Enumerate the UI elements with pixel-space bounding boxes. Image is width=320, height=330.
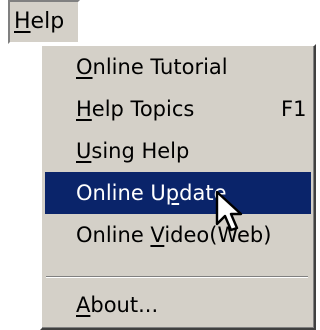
menu-item-mnemonic: H — [76, 97, 92, 121]
menu-item-label-text: elp Topics — [91, 97, 195, 121]
menu-item-help-topics[interactable]: Help Topics F1 — [45, 88, 311, 130]
menu-item-label: Help Topics — [76, 88, 194, 130]
menu-item-label: Online Tutorial — [76, 46, 228, 88]
screen: Help Online Tutorial Help Topics F1 Usin… — [0, 0, 318, 330]
arrow-pointer-icon — [215, 190, 243, 232]
help-dropdown-menu: Online Tutorial Help Topics F1 Using Hel… — [40, 44, 316, 330]
menu-item-about[interactable]: About... — [45, 284, 311, 326]
menu-item-mnemonic: U — [76, 139, 92, 163]
menu-item-label-text: nline Tutorial — [92, 55, 228, 79]
menu-item-online-video[interactable]: Online Video(Web) — [45, 214, 311, 256]
menu-item-label-text: bout... — [90, 293, 159, 317]
menu-item-mnemonic: O — [76, 55, 93, 79]
menubar-help-mnemonic: H — [14, 9, 31, 34]
menu-item-mnemonic: A — [76, 293, 91, 317]
menu-item-label-text: sing Help — [91, 139, 190, 163]
menu-item-mnemonic: p — [165, 181, 180, 205]
menu-item-label-prefix: Online — [76, 223, 151, 247]
menu-item-label: Using Help — [76, 130, 189, 172]
menu-separator — [46, 276, 308, 278]
menu-item-using-help[interactable]: Using Help — [45, 130, 311, 172]
menubar-help-label: elp — [30, 9, 65, 34]
menu-item-online-update[interactable]: Online Update — [45, 172, 311, 214]
menu-item-label: Online Update — [76, 172, 227, 214]
menubar-help[interactable]: Help — [8, 0, 80, 44]
menu-item-mnemonic: V — [150, 223, 165, 247]
menu-item-label: About... — [76, 284, 158, 326]
menu-item-online-tutorial[interactable]: Online Tutorial — [45, 46, 311, 88]
menu-item-shortcut: F1 — [281, 97, 307, 121]
menu-item-label-prefix: Online U — [76, 181, 166, 205]
